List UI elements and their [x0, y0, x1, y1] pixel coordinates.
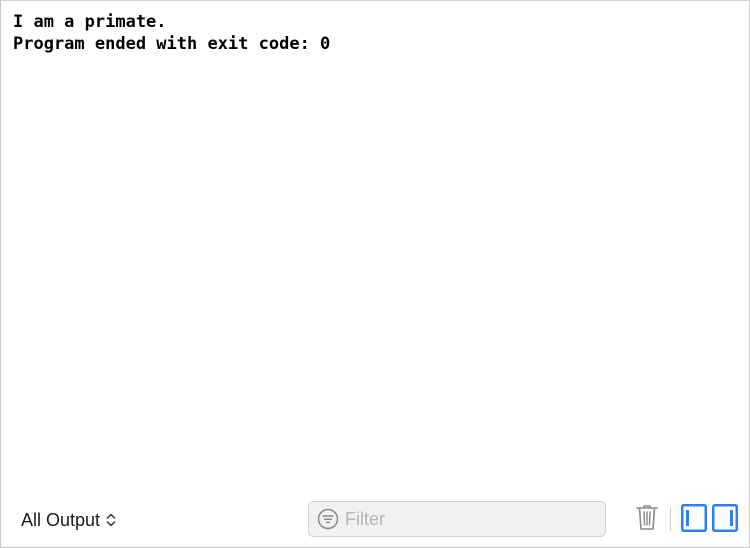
- show-variables-pane-button[interactable]: [681, 504, 707, 532]
- console-output-line: I am a primate.: [13, 12, 167, 32]
- console-output-line: Program ended with exit code: 0: [13, 34, 331, 54]
- console-output-area[interactable]: I am a primate. Program ended with exit …: [1, 1, 749, 495]
- debug-console: I am a primate. Program ended with exit …: [0, 0, 750, 548]
- clear-console-button[interactable]: [634, 504, 660, 534]
- updown-chevron-icon: [106, 512, 116, 528]
- toolbar-separator: [670, 507, 671, 531]
- show-console-pane-button[interactable]: [712, 504, 738, 532]
- filter-field[interactable]: [308, 501, 606, 537]
- filter-icon: [317, 508, 339, 530]
- output-filter-selector[interactable]: All Output: [21, 508, 116, 532]
- trash-icon: [635, 503, 659, 536]
- filter-input[interactable]: [345, 508, 585, 530]
- right-pane-toggle-icon: [712, 504, 738, 536]
- output-selector-label: All Output: [21, 509, 101, 530]
- console-bottom-bar: All Output: [1, 495, 749, 547]
- left-pane-toggle-icon: [681, 504, 707, 536]
